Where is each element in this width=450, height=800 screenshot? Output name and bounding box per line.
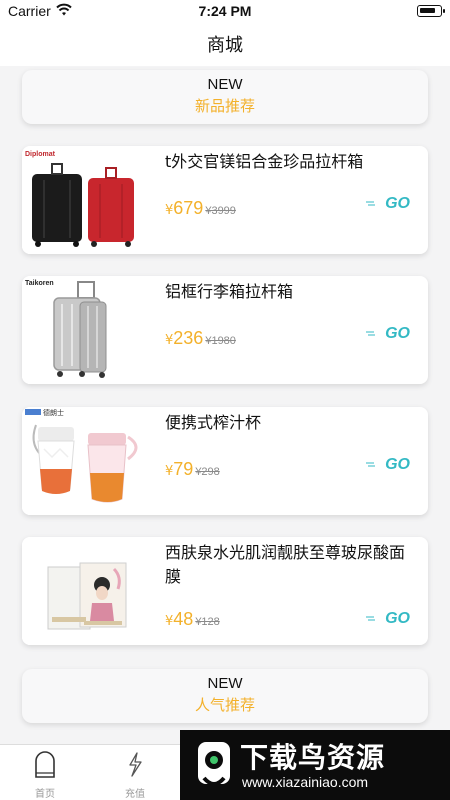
svg-text:Diplomat: Diplomat [25, 151, 56, 158]
go-label: GO [385, 325, 410, 342]
banner-new-tag: NEW [207, 675, 243, 692]
go-label: GO [385, 195, 410, 212]
watermark-url: www.xiazainiao.com [242, 774, 369, 790]
product-name: t外交官镁铝合金珍品拉杆箱 [165, 152, 364, 171]
watermark-overlay: 下载鸟资源 www.xiazainiao.com [180, 730, 450, 800]
price-row: ¥679 ¥3999 [165, 198, 236, 219]
product-name: 西肤泉水光肌润靓肤至尊玻尿酸面膜 [165, 543, 406, 586]
original-price: ¥128 [195, 616, 220, 628]
face-mask-box-icon [22, 537, 152, 645]
product-card[interactable]: Taikoren 铝框行李箱拉杆箱 ¥236 ¥1980 GO [22, 276, 428, 384]
tab-label: 首页 [35, 789, 55, 800]
price-row: ¥79 ¥298 [165, 459, 220, 480]
current-price: 679 [173, 198, 204, 218]
juicer-cup-icon: 德朗士 [22, 407, 152, 515]
current-price: 48 [173, 609, 194, 629]
product-name: 铝框行李箱拉杆箱 [165, 282, 294, 301]
product-name: 便携式榨汁杯 [165, 413, 262, 432]
go-button[interactable]: GO [366, 324, 410, 344]
go-button[interactable]: GO [366, 194, 410, 214]
original-price: ¥3999 [205, 205, 236, 217]
svg-text:Taikoren: Taikoren [25, 280, 54, 287]
status-bar: Carrier 7:24 PM [0, 0, 450, 24]
current-price: 79 [173, 459, 194, 479]
popular-banner[interactable]: NEW 人气推荐 [22, 669, 428, 723]
luggage-pair-icon: Diplomat [22, 146, 152, 254]
navigation-bar: 商城 [0, 24, 450, 66]
original-price: ¥1980 [205, 335, 236, 347]
speed-lines-icon [366, 616, 375, 621]
lightning-icon [129, 752, 142, 777]
banner-title: 新品推荐 [194, 97, 255, 115]
tab-recharge[interactable]: 充值 [90, 749, 180, 800]
tab-home[interactable]: 首页 [0, 749, 90, 800]
banner-new-tag: NEW [207, 76, 243, 93]
go-button[interactable]: GO [366, 455, 410, 475]
product-card[interactable]: Diplomat t外交官镁铝合金珍品拉杆箱 ¥679 ¥3999 GO [22, 146, 428, 254]
page-title: 商城 [207, 35, 243, 55]
current-price: 236 [173, 328, 204, 348]
new-products-banner[interactable]: NEW 新品推荐 [22, 70, 428, 124]
product-card[interactable]: 德朗士 便携式榨汁杯 ¥79 ¥298 GO [22, 407, 428, 515]
price-row: ¥48 ¥128 [165, 609, 220, 630]
tab-label: 充值 [125, 789, 145, 800]
svg-text:德朗士: 德朗士 [43, 408, 64, 417]
product-card[interactable]: 西肤泉水光肌润靓肤至尊玻尿酸面膜 ¥48 ¥128 GO [22, 537, 428, 645]
price-row: ¥236 ¥1980 [165, 328, 236, 349]
speed-lines-icon [366, 201, 375, 206]
go-button[interactable]: GO [366, 609, 410, 629]
banner-title: 人气推荐 [194, 696, 255, 714]
silver-luggage-icon: Taikoren [22, 276, 152, 384]
bird-logo-icon [198, 742, 230, 786]
speed-lines-icon [366, 331, 375, 336]
status-time: 7:24 PM [198, 3, 252, 19]
speed-lines-icon [366, 462, 375, 467]
battery-icon [417, 5, 445, 17]
watermark-title: 下载鸟资源 [240, 741, 386, 774]
home-icon [35, 751, 55, 778]
go-label: GO [385, 610, 410, 627]
go-label: GO [385, 456, 410, 473]
original-price: ¥298 [195, 466, 220, 478]
